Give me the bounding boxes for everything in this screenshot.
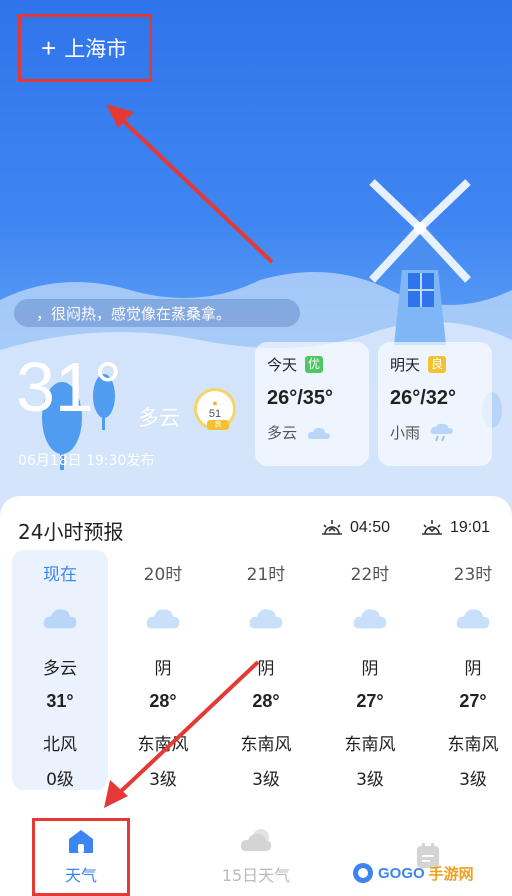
plus-icon: +: [41, 33, 57, 63]
city-name: 上海市: [64, 37, 128, 61]
gogo-logo-icon: [353, 863, 373, 883]
hour-time: 21时: [246, 565, 286, 585]
hour-item[interactable]: 23时 阴 27° 东南风 3级: [425, 550, 512, 790]
hour-wind-level: 3级: [459, 770, 487, 790]
cloud-icon: [456, 609, 490, 629]
forecast-title: 24小时预报: [18, 520, 124, 544]
rain-icon: [430, 423, 454, 441]
hour-wind: 东南风: [447, 735, 499, 755]
hour-temp: 28°: [149, 691, 177, 711]
nav-weather[interactable]: 天气: [32, 818, 130, 896]
aqi-level: 良: [207, 420, 229, 430]
today-card[interactable]: 今天 优 26°/35° 多云: [255, 342, 369, 466]
hour-temp: 27°: [356, 691, 384, 711]
cloud-icon: [353, 609, 387, 629]
hour-wind-level: 3级: [149, 770, 177, 790]
watermark-brand-suffix: 手游网: [428, 865, 474, 883]
windmill-illustration: [369, 179, 471, 345]
hour-condition: 多云: [43, 659, 77, 679]
hour-time: 22时: [350, 565, 390, 585]
watermark-brand: GOGO: [378, 864, 425, 882]
weather-tip: ，很闷热，感觉像在蒸桑拿。: [14, 299, 300, 327]
current-temperature: 31°: [16, 348, 122, 426]
aqi-badge[interactable]: ● 51 良: [194, 388, 236, 430]
nav-third-tab[interactable]: [368, 816, 488, 896]
aqi-value: 51: [208, 407, 222, 420]
temp-range: 26°/32°: [390, 387, 457, 409]
publish-time: 06月18日 19:30发布: [18, 453, 155, 469]
nav-weather-label: 天气: [64, 866, 97, 885]
cloud-icon: [307, 427, 331, 439]
day-condition: 小雨: [390, 424, 421, 442]
hour-condition: 阴: [361, 659, 379, 679]
hour-wind-level: 0级: [46, 770, 74, 790]
sunset: 19:01: [420, 518, 490, 538]
sunrise: 04:50: [320, 518, 390, 538]
hour-item[interactable]: 22时 阴 27° 东南风 3级: [322, 550, 418, 790]
hour-temp: 28°: [252, 691, 280, 711]
temp-range: 26°/35°: [267, 387, 334, 409]
bottom-nav: 天气 15日天气: [0, 816, 512, 896]
sunset-icon: [422, 520, 442, 535]
hourly-forecast-panel: 24小时预报 04:50 19:01 现在 多云 31° 北风 0级 20时 阴…: [0, 496, 512, 816]
nav-15-day-label: 15日天气: [221, 866, 291, 885]
hour-temp: 31°: [46, 691, 74, 711]
hour-item[interactable]: 20时 阴 28° 东南风 3级: [115, 550, 211, 790]
tomorrow-card[interactable]: 明天 良 26°/32° 小雨: [378, 342, 492, 466]
hour-wind: 东南风: [344, 735, 396, 755]
hour-condition: 阴: [257, 659, 275, 679]
air-quality-badge: 良: [428, 356, 447, 373]
day-label: 明天: [390, 356, 421, 374]
leaf-icon: ●: [212, 397, 218, 408]
cloud-icon: [146, 609, 180, 629]
air-quality-badge: 优: [305, 356, 324, 373]
hourly-list[interactable]: 现在 多云 31° 北风 0级 20时 阴 28° 东南风 3级 21时 阴 2…: [0, 550, 512, 800]
hour-condition: 阴: [154, 659, 172, 679]
watermark: GOGO 手游网: [352, 862, 474, 884]
nav-15-day[interactable]: 15日天气: [196, 816, 316, 896]
hour-wind-level: 3级: [356, 770, 384, 790]
cloud-sun-icon: [240, 829, 272, 851]
hour-condition: 阴: [464, 659, 482, 679]
hour-wind: 北风: [43, 735, 77, 755]
day-condition: 多云: [267, 424, 298, 442]
sunrise-icon: [322, 520, 342, 535]
hour-wind: 东南风: [240, 735, 292, 755]
home-icon: [69, 830, 93, 853]
hour-time: 20时: [143, 565, 183, 585]
cloud-icon: [43, 609, 77, 629]
sunset-time: 19:01: [450, 519, 491, 536]
day-label: 今天: [267, 356, 298, 374]
add-city-button[interactable]: + 上海市: [18, 14, 152, 82]
hour-temp: 27°: [459, 691, 487, 711]
sunrise-time: 04:50: [350, 519, 391, 536]
current-condition: 多云: [138, 406, 180, 430]
weather-screen: + 上海市 ，很闷热，感觉像在蒸桑拿。 31° 多云 ● 51 良 06月18日…: [0, 0, 512, 896]
hour-wind-level: 3级: [252, 770, 280, 790]
hour-item[interactable]: 21时 阴 28° 东南风 3级: [218, 550, 314, 790]
hour-wind: 东南风: [137, 735, 189, 755]
hour-item-now[interactable]: 现在 多云 31° 北风 0级: [12, 550, 108, 790]
sky-background: [0, 0, 512, 560]
hour-time: 23时: [453, 565, 493, 585]
cloud-icon: [249, 609, 283, 629]
hour-time: 现在: [43, 565, 77, 585]
